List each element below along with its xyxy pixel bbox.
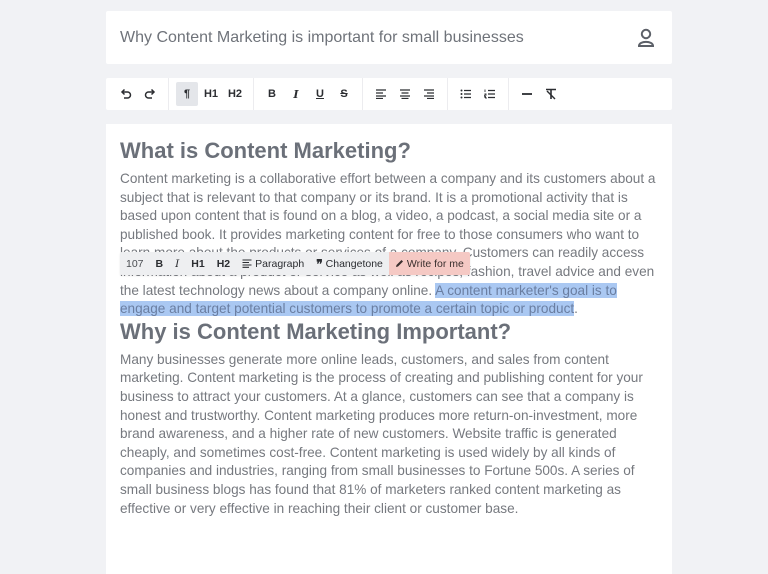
- quote-icon: ❞: [316, 256, 323, 271]
- floating-paragraph-button[interactable]: Paragraph: [236, 252, 310, 275]
- list-group: [448, 78, 509, 110]
- document-title-bar: Why Content Marketing is important for s…: [106, 11, 672, 64]
- heading2-button[interactable]: H2: [224, 82, 246, 106]
- changetone-button[interactable]: ❞ Changetone: [310, 252, 389, 275]
- section-heading: Why is Content Marketing Important?: [120, 318, 512, 344]
- floating-h2-button[interactable]: H2: [211, 252, 236, 275]
- align-center-icon[interactable]: [394, 82, 416, 106]
- paragraph-text: Content marketing is a collaborative eff…: [120, 171, 656, 298]
- align-left-icon[interactable]: [370, 82, 392, 106]
- floating-italic-button[interactable]: I: [169, 252, 185, 275]
- section-paragraph: Content marketing is a collaborative eff…: [120, 170, 658, 319]
- section-paragraph: Many businesses generate more online lea…: [120, 351, 643, 516]
- write-for-me-button[interactable]: Write for me: [388, 252, 470, 275]
- italic-button[interactable]: I: [285, 82, 307, 106]
- word-count: 107: [126, 257, 144, 270]
- align-right-icon[interactable]: [418, 82, 440, 106]
- misc-group: [509, 78, 569, 110]
- history-group: [108, 78, 169, 110]
- undo-icon[interactable]: [115, 82, 137, 106]
- inline-format-group: B I U S: [254, 78, 363, 110]
- paragraph-button[interactable]: ¶: [176, 82, 198, 106]
- underline-button[interactable]: U: [309, 82, 331, 106]
- heading1-button[interactable]: H1: [200, 82, 222, 106]
- write-for-me-label: Write for me: [406, 257, 464, 270]
- alignment-group: [363, 78, 448, 110]
- editor-toolbar: ¶ H1 H2 B I U S: [106, 78, 672, 110]
- floating-format-toolbar: 107 B I H1 H2 Paragraph ❞ Changetone Wri…: [120, 252, 470, 275]
- editor-content[interactable]: What is Content Marketing? Content marke…: [106, 124, 672, 574]
- document-title[interactable]: Why Content Marketing is important for s…: [120, 29, 524, 47]
- strikethrough-button[interactable]: S: [333, 82, 355, 106]
- changetone-label: Changetone: [325, 257, 383, 270]
- floating-bold-button[interactable]: B: [150, 252, 170, 275]
- user-icon[interactable]: [636, 27, 656, 49]
- clear-format-icon[interactable]: [540, 82, 562, 106]
- pencil-icon: [395, 259, 404, 268]
- bullet-list-icon[interactable]: [455, 82, 477, 106]
- section-heading: What is Content Marketing?: [120, 138, 411, 163]
- numbered-list-icon[interactable]: [479, 82, 501, 106]
- redo-icon[interactable]: [139, 82, 161, 106]
- bold-button[interactable]: B: [261, 82, 283, 106]
- paragraph-end: .: [574, 301, 578, 317]
- floating-h1-button[interactable]: H1: [185, 252, 210, 275]
- paragraph-lines-icon: [242, 259, 252, 268]
- block-format-group: ¶ H1 H2: [169, 78, 254, 110]
- paragraph-label: Paragraph: [255, 257, 305, 270]
- horizontal-rule-icon[interactable]: [516, 82, 538, 106]
